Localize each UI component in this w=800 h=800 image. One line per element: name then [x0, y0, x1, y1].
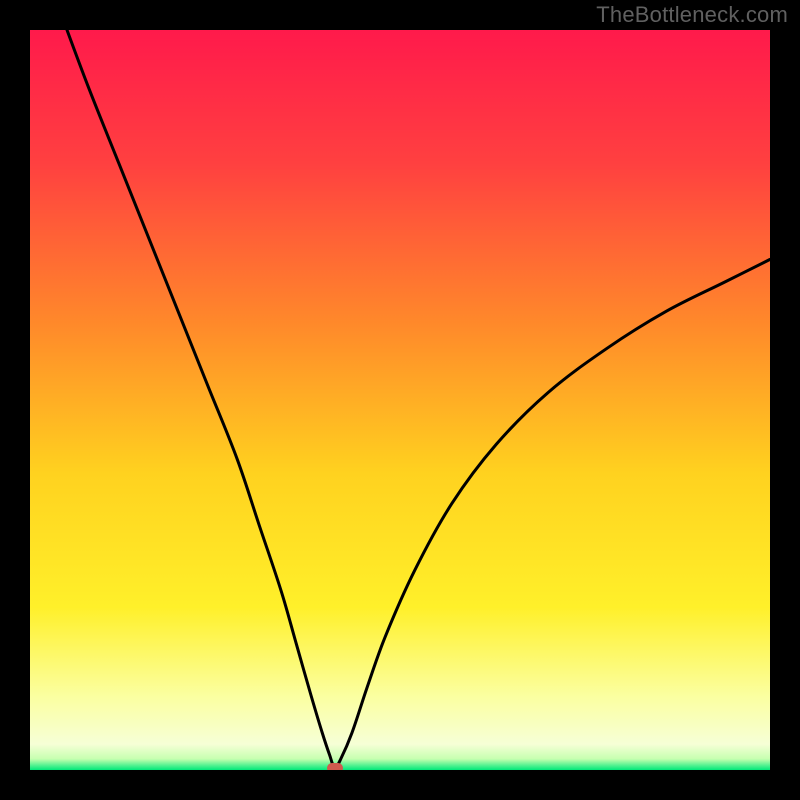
bottleneck-curve	[30, 30, 770, 770]
attribution-watermark: TheBottleneck.com	[596, 2, 788, 28]
plot-frame	[30, 30, 770, 770]
chart-container: TheBottleneck.com	[0, 0, 800, 800]
optimal-point-marker	[327, 763, 343, 770]
plot-area	[30, 30, 770, 770]
